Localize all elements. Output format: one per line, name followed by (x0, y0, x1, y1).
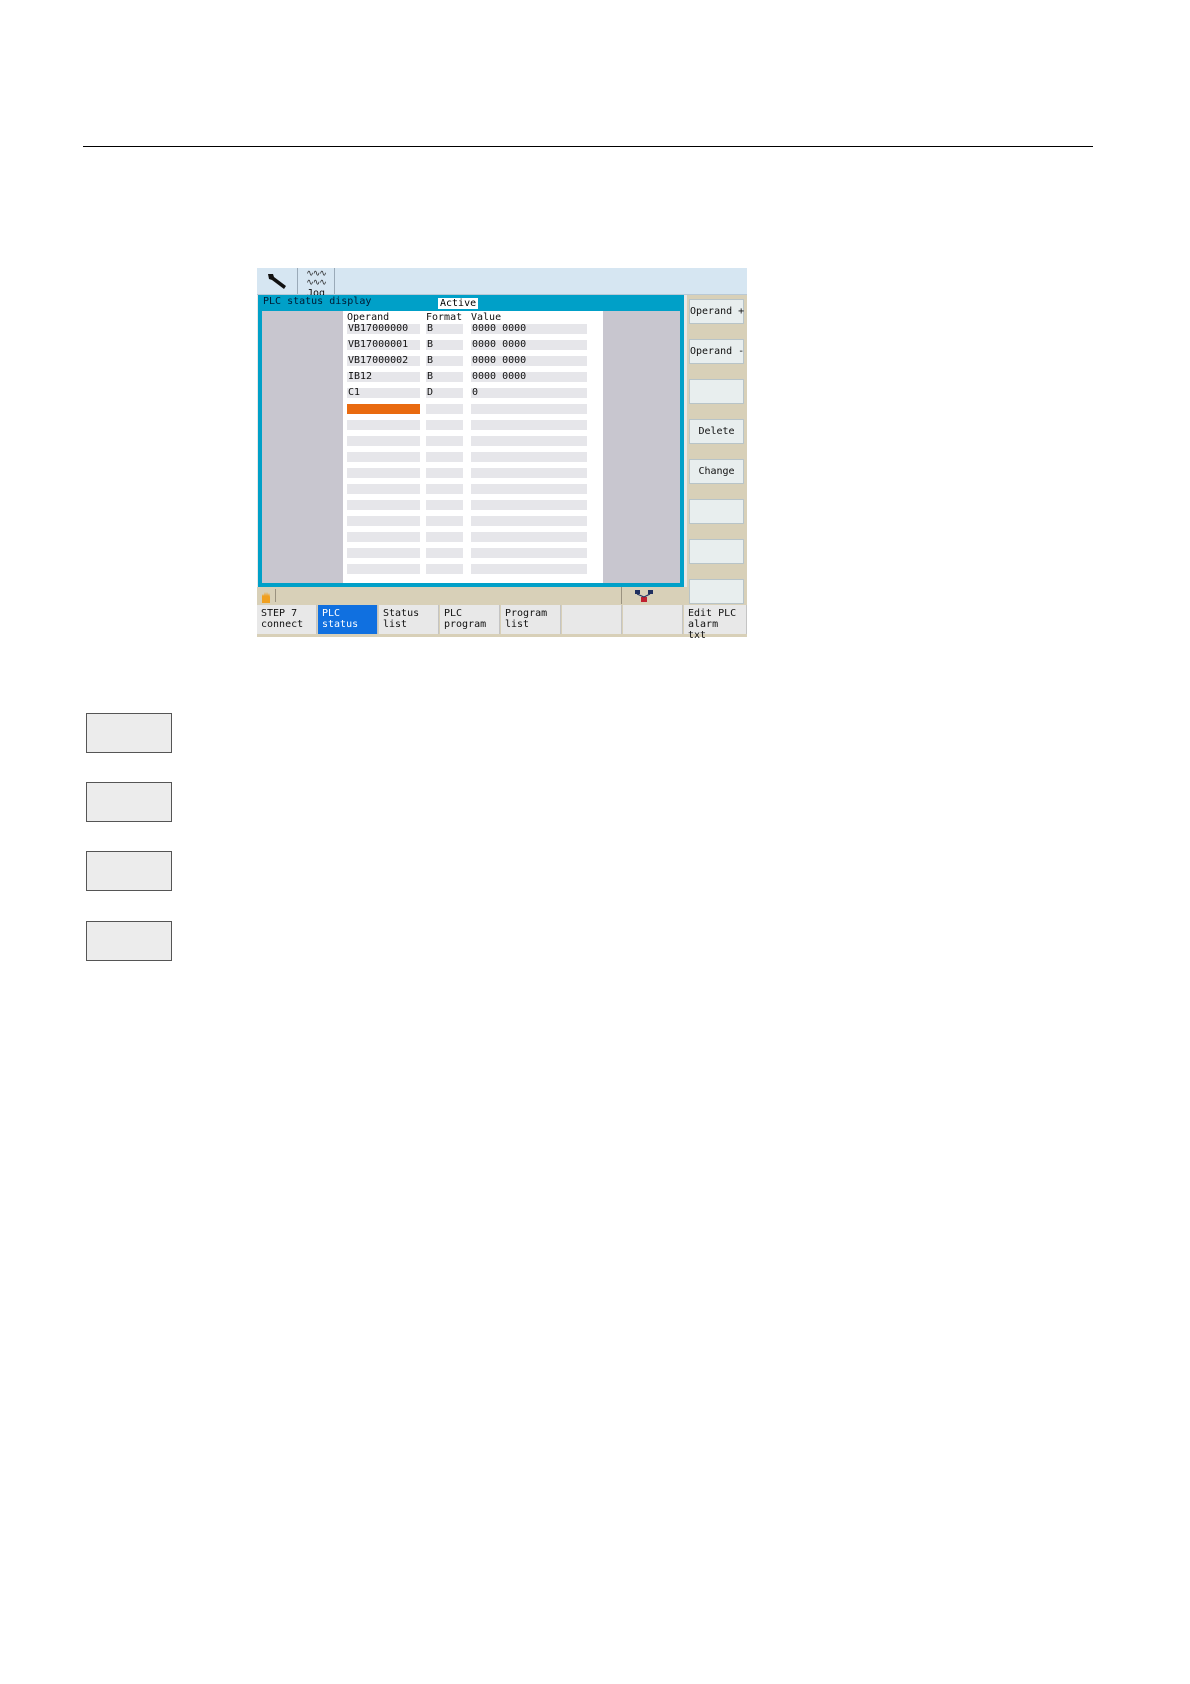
value-cell[interactable] (471, 468, 587, 478)
hmi-screen: ∿∿∿ ∿∿∿ Jog PLC status display Active Ope… (257, 268, 747, 641)
vsoftkey-8[interactable] (689, 579, 744, 604)
key-symbol-3 (86, 851, 172, 891)
vsoftkey-7[interactable] (689, 539, 744, 564)
value-cell[interactable] (471, 516, 587, 526)
format-cell[interactable] (426, 452, 463, 462)
value-cell[interactable] (471, 564, 587, 574)
value-cell[interactable]: 0000 0000 (471, 324, 587, 334)
jog-mode-indicator[interactable]: ∿∿∿ ∿∿∿ Jog (298, 268, 335, 299)
operand-cell[interactable] (347, 484, 420, 494)
hsoftkey-6[interactable] (562, 605, 622, 634)
horizontal-softkey-bar: STEP 7 connect PLC status Status list PLC p… (257, 604, 747, 641)
vsoftkey-3[interactable] (689, 379, 744, 404)
value-cell[interactable]: 0000 0000 (471, 340, 587, 350)
operand-cell[interactable]: VB17000000 (347, 324, 420, 334)
operand-cell-selected[interactable] (347, 404, 420, 414)
col-header-operand: Operand (347, 312, 390, 323)
hsoftkey-8[interactable]: Edit PLC alarm txt (684, 605, 747, 641)
network-icon (621, 587, 666, 604)
key-symbol-4 (86, 921, 172, 961)
operand-cell[interactable] (347, 532, 420, 542)
status-bar (257, 587, 687, 604)
wrench-icon[interactable] (257, 268, 298, 294)
col-header-format: Format (426, 312, 463, 323)
hsoftkey-7[interactable] (623, 605, 683, 634)
operand-cell[interactable] (347, 420, 420, 430)
vsoftkey-5[interactable]: Change (689, 459, 744, 484)
jog-wave-icon: ∿∿∿ ∿∿∿ (306, 269, 327, 288)
operand-cell[interactable] (347, 500, 420, 510)
value-cell[interactable] (471, 500, 587, 510)
value-cell[interactable] (471, 532, 587, 542)
hsoftkey-1[interactable]: STEP 7 connect (257, 605, 317, 634)
operand-table: Operand Format Value VB17000000 B 0000 000… (343, 311, 603, 583)
value-cell[interactable]: 0000 0000 (471, 372, 587, 382)
value-cell[interactable] (471, 548, 587, 558)
col-header-value: Value (471, 312, 502, 323)
hand-icon (260, 589, 276, 603)
key-symbol-2 (86, 782, 172, 822)
format-cell[interactable] (426, 468, 463, 478)
value-cell[interactable] (471, 404, 587, 414)
operand-cell[interactable] (347, 436, 420, 446)
hsoftkey-5[interactable]: Program list (501, 605, 561, 634)
value-cell[interactable] (471, 452, 587, 462)
operand-cell[interactable] (347, 564, 420, 574)
format-cell[interactable] (426, 420, 463, 430)
format-cell[interactable]: B (426, 372, 463, 382)
operand-cell[interactable] (347, 452, 420, 462)
value-cell[interactable] (471, 436, 587, 446)
operand-cell[interactable] (347, 516, 420, 526)
format-cell[interactable] (426, 484, 463, 494)
format-cell[interactable] (426, 500, 463, 510)
window-status: Active (438, 298, 479, 309)
vsoftkey-2[interactable]: Operand - (689, 339, 744, 364)
format-cell[interactable]: B (426, 324, 463, 334)
hsoftkey-3[interactable]: Status list (379, 605, 439, 634)
vsoftkey-1[interactable]: Operand + (689, 299, 744, 324)
format-cell[interactable] (426, 404, 463, 414)
operand-cell[interactable]: VB17000001 (347, 340, 420, 350)
page-rule (83, 146, 1093, 147)
value-cell[interactable] (471, 484, 587, 494)
value-cell[interactable]: 0000 0000 (471, 356, 587, 366)
vsoftkey-4[interactable]: Delete (689, 419, 744, 444)
operand-cell[interactable]: IB12 (347, 372, 420, 382)
plc-status-window: PLC status display Active Operand Format… (258, 295, 684, 587)
format-cell[interactable] (426, 436, 463, 446)
operand-cell[interactable] (347, 468, 420, 478)
format-cell[interactable]: B (426, 340, 463, 350)
format-cell[interactable]: B (426, 356, 463, 366)
format-cell[interactable] (426, 532, 463, 542)
value-cell[interactable] (471, 420, 587, 430)
window-title: PLC status display (263, 296, 372, 307)
vsoftkey-6[interactable] (689, 499, 744, 524)
value-cell[interactable]: 0 (471, 388, 587, 398)
hsoftkey-4[interactable]: PLC program (440, 605, 500, 634)
format-cell[interactable]: D (426, 388, 463, 398)
hsoftkey-2[interactable]: PLC status (318, 605, 378, 634)
format-cell[interactable] (426, 548, 463, 558)
vertical-softkey-bar: Operand + Operand - Delete Change (687, 295, 747, 615)
operand-cell[interactable]: C1 (347, 388, 420, 398)
format-cell[interactable] (426, 516, 463, 526)
key-symbol-1 (86, 713, 172, 753)
operand-cell[interactable]: VB17000002 (347, 356, 420, 366)
top-bar: ∿∿∿ ∿∿∿ Jog (257, 268, 747, 299)
operand-cell[interactable] (347, 548, 420, 558)
window-body: Operand Format Value VB17000000 B 0000 000… (262, 311, 680, 583)
format-cell[interactable] (426, 564, 463, 574)
